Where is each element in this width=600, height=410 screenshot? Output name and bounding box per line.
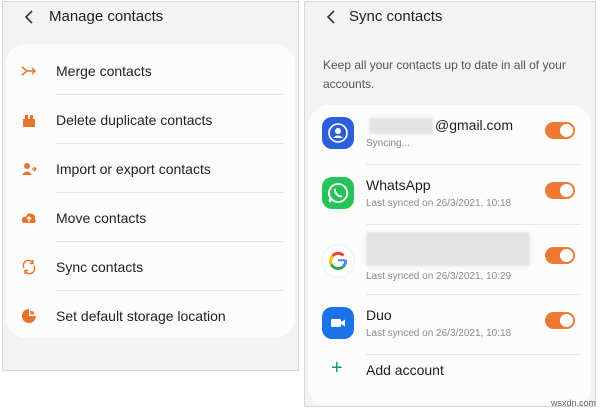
menu-item-label: Merge contacts bbox=[56, 62, 152, 79]
account-row-google[interactable]: Last synced on 26/3/2021, 10:29 bbox=[309, 225, 591, 295]
back-arrow-icon[interactable] bbox=[21, 8, 39, 26]
sync-toggle[interactable] bbox=[545, 182, 575, 199]
menu-card: Merge contacts Delete duplicate contacts… bbox=[6, 44, 295, 338]
page-title: Sync contacts bbox=[349, 8, 443, 25]
back-arrow-icon[interactable] bbox=[323, 8, 341, 26]
header: Sync contacts bbox=[305, 2, 595, 34]
delete-duplicate-icon bbox=[23, 114, 35, 127]
redacted-account-name bbox=[366, 232, 530, 266]
add-account-label: Add account bbox=[366, 362, 444, 378]
account-row-duo[interactable]: Duo Last synced on 26/3/2021, 10:18 bbox=[309, 295, 591, 355]
add-account-button[interactable]: + Add account bbox=[309, 355, 591, 387]
header: Manage contacts bbox=[3, 2, 298, 34]
merge-icon bbox=[21, 65, 37, 76]
redacted-email bbox=[369, 118, 433, 134]
sync-toggle[interactable] bbox=[545, 247, 575, 264]
account-row-gmail[interactable]: @gmail.com Syncing... bbox=[309, 105, 591, 165]
manage-contacts-screen: Manage contacts Merge contacts Delete du… bbox=[2, 1, 299, 371]
account-status: Last synced on 26/3/2021, 10:18 bbox=[366, 198, 512, 209]
menu-item-label: Move contacts bbox=[56, 209, 147, 226]
account-row-whatsapp[interactable]: WhatsApp Last synced on 26/3/2021, 10:18 bbox=[309, 165, 591, 225]
menu-item-label: Sync contacts bbox=[56, 258, 144, 275]
account-status: Syncing... bbox=[366, 138, 410, 149]
samsung-contacts-icon bbox=[322, 117, 354, 149]
cloud-upload-icon bbox=[21, 212, 36, 223]
menu-item-set-default-storage[interactable]: Set default storage location bbox=[6, 291, 295, 340]
duo-icon bbox=[322, 307, 354, 339]
sync-description: Keep all your contacts up to date in all… bbox=[323, 58, 566, 91]
sync-toggle[interactable] bbox=[545, 122, 575, 139]
page-title: Manage contacts bbox=[49, 8, 164, 25]
import-export-icon bbox=[22, 162, 37, 175]
account-name: @gmail.com bbox=[435, 117, 514, 133]
sync-toggle[interactable] bbox=[545, 312, 575, 329]
sync-contacts-screen: Sync contacts Keep all your contacts up … bbox=[304, 1, 596, 407]
menu-item-delete-duplicate-contacts[interactable]: Delete duplicate contacts bbox=[6, 95, 295, 144]
watermark: wsxdn.com bbox=[550, 398, 596, 408]
account-name: Duo bbox=[366, 307, 392, 323]
sync-icon bbox=[22, 259, 36, 274]
account-status: Last synced on 26/3/2021, 10:29 bbox=[366, 271, 512, 282]
whatsapp-icon bbox=[322, 177, 354, 209]
menu-item-label: Set default storage location bbox=[56, 307, 226, 324]
account-status: Last synced on 26/3/2021, 10:18 bbox=[366, 328, 512, 339]
accounts-card: @gmail.com Syncing... WhatsApp Last sync… bbox=[309, 105, 591, 406]
account-name: WhatsApp bbox=[366, 177, 431, 193]
menu-item-move-contacts[interactable]: Move contacts bbox=[6, 193, 295, 242]
menu-item-label: Delete duplicate contacts bbox=[56, 111, 213, 128]
menu-item-label: Import or export contacts bbox=[56, 160, 211, 177]
menu-item-sync-contacts[interactable]: Sync contacts bbox=[6, 242, 295, 291]
plus-icon: + bbox=[331, 357, 343, 379]
menu-item-import-export-contacts[interactable]: Import or export contacts bbox=[6, 144, 295, 193]
google-icon bbox=[322, 245, 354, 277]
storage-pie-icon bbox=[22, 308, 36, 323]
menu-item-merge-contacts[interactable]: Merge contacts bbox=[6, 46, 295, 95]
